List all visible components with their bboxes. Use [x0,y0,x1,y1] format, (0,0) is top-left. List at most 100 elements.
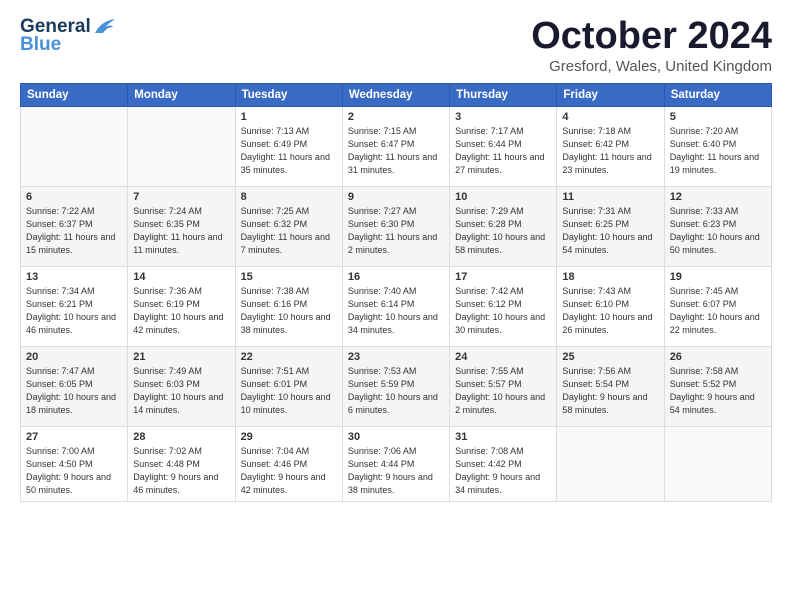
day-number: 2 [348,111,444,123]
day-number: 17 [455,271,551,283]
header-wednesday: Wednesday [342,83,449,106]
calendar-cell: 8Sunrise: 7:25 AMSunset: 6:32 PMDaylight… [235,186,342,266]
week-row-3: 13 Sunrise: 7:34 AMSunset: 6:21 PMDayligh… [21,266,772,346]
day-number: 4 [562,111,658,123]
day-info: Sunrise: 7:20 AMSunset: 6:40 PMDaylight:… [670,125,766,177]
calendar-cell: 19 Sunrise: 7:45 AMSunset: 6:07 PMDayligh… [664,266,771,346]
day-info: Sunrise: 7:04 AMSunset: 4:46 PMDaylight:… [241,445,337,497]
calendar-cell: 23Sunrise: 7:53 AMSunset: 5:59 PMDayligh… [342,346,449,426]
day-info: Sunrise: 7:33 AMSunset: 6:23 PMDaylight:… [670,205,766,257]
header-friday: Friday [557,83,664,106]
day-info: Sunrise: 7:08 AMSunset: 4:42 PMDaylight:… [455,445,551,497]
day-number: 7 [133,191,229,203]
day-info: Sunrise: 7:18 AMSunset: 6:42 PMDaylight:… [562,125,658,177]
day-number: 20 [26,351,122,363]
day-number: 5 [670,111,766,123]
day-info: Sunrise: 7:27 AMSunset: 6:30 PMDaylight:… [348,205,444,257]
day-info: Sunrise: 7:34 AMSunset: 6:21 PMDaylight:… [26,285,122,337]
calendar-cell: 3 Sunrise: 7:17 AMSunset: 6:44 PMDaylight… [450,106,557,186]
day-number: 28 [133,431,229,443]
calendar-cell: 13 Sunrise: 7:34 AMSunset: 6:21 PMDayligh… [21,266,128,346]
day-info: Sunrise: 7:06 AMSunset: 4:44 PMDaylight:… [348,445,444,497]
day-number: 10 [455,191,551,203]
calendar-cell: 6 Sunrise: 7:22 AMSunset: 6:37 PMDaylight… [21,186,128,266]
day-number: 27 [26,431,122,443]
day-info: Sunrise: 7:42 AMSunset: 6:12 PMDaylight:… [455,285,551,337]
day-info: Sunrise: 7:13 AMSunset: 6:49 PMDaylight:… [241,125,337,177]
calendar-cell: 4 Sunrise: 7:18 AMSunset: 6:42 PMDaylight… [557,106,664,186]
calendar-cell: 7Sunrise: 7:24 AMSunset: 6:35 PMDaylight… [128,186,235,266]
header-saturday: Saturday [664,83,771,106]
day-info: Sunrise: 7:49 AMSunset: 6:03 PMDaylight:… [133,365,229,417]
week-row-5: 27Sunrise: 7:00 AMSunset: 4:50 PMDayligh… [21,426,772,501]
day-number: 15 [241,271,337,283]
day-info: Sunrise: 7:22 AMSunset: 6:37 PMDaylight:… [26,205,122,257]
header-sunday: Sunday [21,83,128,106]
day-info: Sunrise: 7:17 AMSunset: 6:44 PMDaylight:… [455,125,551,177]
day-info: Sunrise: 7:31 AMSunset: 6:25 PMDaylight:… [562,205,658,257]
day-number: 8 [241,191,337,203]
calendar-cell: 9 Sunrise: 7:27 AMSunset: 6:30 PMDaylight… [342,186,449,266]
logo: General Blue [20,16,115,56]
day-number: 23 [348,351,444,363]
calendar-cell: 16 Sunrise: 7:40 AMSunset: 6:14 PMDayligh… [342,266,449,346]
day-number: 9 [348,191,444,203]
day-number: 24 [455,351,551,363]
day-number: 14 [133,271,229,283]
day-number: 25 [562,351,658,363]
header-monday: Monday [128,83,235,106]
day-number: 22 [241,351,337,363]
logo-line2: Blue [20,34,61,56]
calendar-cell: 24 Sunrise: 7:55 AMSunset: 5:57 PMDayligh… [450,346,557,426]
calendar-cell: 29 Sunrise: 7:04 AMSunset: 4:46 PMDayligh… [235,426,342,501]
day-number: 13 [26,271,122,283]
calendar-cell [21,106,128,186]
calendar-cell: 5 Sunrise: 7:20 AMSunset: 6:40 PMDaylight… [664,106,771,186]
day-info: Sunrise: 7:43 AMSunset: 6:10 PMDaylight:… [562,285,658,337]
calendar-cell: 15 Sunrise: 7:38 AMSunset: 6:16 PMDayligh… [235,266,342,346]
calendar-cell: 12 Sunrise: 7:33 AMSunset: 6:23 PMDayligh… [664,186,771,266]
day-info: Sunrise: 7:58 AMSunset: 5:52 PMDaylight:… [670,365,766,417]
day-number: 6 [26,191,122,203]
day-info: Sunrise: 7:55 AMSunset: 5:57 PMDaylight:… [455,365,551,417]
week-row-1: 1 Sunrise: 7:13 AMSunset: 6:49 PMDaylight… [21,106,772,186]
day-number: 19 [670,271,766,283]
calendar-cell: 26 Sunrise: 7:58 AMSunset: 5:52 PMDayligh… [664,346,771,426]
day-info: Sunrise: 7:47 AMSunset: 6:05 PMDaylight:… [26,365,122,417]
calendar-cell [128,106,235,186]
day-number: 30 [348,431,444,443]
calendar-cell [664,426,771,501]
calendar-table: Sunday Monday Tuesday Wednesday Thursday… [20,83,772,502]
page-header: General Blue October 2024 Gresford, Wale… [20,16,772,75]
day-number: 1 [241,111,337,123]
day-info: Sunrise: 7:45 AMSunset: 6:07 PMDaylight:… [670,285,766,337]
day-info: Sunrise: 7:56 AMSunset: 5:54 PMDaylight:… [562,365,658,417]
week-row-2: 6 Sunrise: 7:22 AMSunset: 6:37 PMDaylight… [21,186,772,266]
day-number: 16 [348,271,444,283]
calendar-cell: 10Sunrise: 7:29 AMSunset: 6:28 PMDayligh… [450,186,557,266]
day-number: 26 [670,351,766,363]
day-number: 18 [562,271,658,283]
week-row-4: 20 Sunrise: 7:47 AMSunset: 6:05 PMDayligh… [21,346,772,426]
month-title: October 2024 [531,16,772,58]
calendar-cell: 28 Sunrise: 7:02 AMSunset: 4:48 PMDayligh… [128,426,235,501]
day-info: Sunrise: 7:15 AMSunset: 6:47 PMDaylight:… [348,125,444,177]
header-thursday: Thursday [450,83,557,106]
logo-bird-icon [93,19,115,35]
header-tuesday: Tuesday [235,83,342,106]
day-number: 29 [241,431,337,443]
calendar-cell [557,426,664,501]
day-number: 12 [670,191,766,203]
day-number: 11 [562,191,658,203]
day-info: Sunrise: 7:02 AMSunset: 4:48 PMDaylight:… [133,445,229,497]
day-info: Sunrise: 7:36 AMSunset: 6:19 PMDaylight:… [133,285,229,337]
calendar-cell: 2 Sunrise: 7:15 AMSunset: 6:47 PMDaylight… [342,106,449,186]
day-info: Sunrise: 7:40 AMSunset: 6:14 PMDaylight:… [348,285,444,337]
calendar-cell: 25 Sunrise: 7:56 AMSunset: 5:54 PMDayligh… [557,346,664,426]
day-info: Sunrise: 7:38 AMSunset: 6:16 PMDaylight:… [241,285,337,337]
day-number: 3 [455,111,551,123]
calendar-cell: 11 Sunrise: 7:31 AMSunset: 6:25 PMDayligh… [557,186,664,266]
day-number: 21 [133,351,229,363]
calendar-cell: 1 Sunrise: 7:13 AMSunset: 6:49 PMDaylight… [235,106,342,186]
calendar-cell: 18 Sunrise: 7:43 AMSunset: 6:10 PMDayligh… [557,266,664,346]
